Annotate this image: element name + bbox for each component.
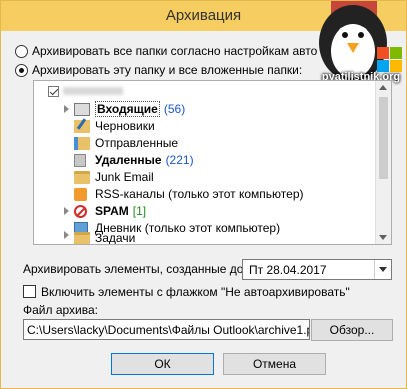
ok-button[interactable]: ОК [111,353,214,375]
include-flagged-checkbox[interactable] [23,285,36,298]
tree-item-drafts[interactable]: Черновики [74,118,155,134]
tasks-icon [74,231,90,244]
include-flagged-label: Включить элементы с флажком "Не автоархи… [41,285,350,299]
folder-icon [74,170,90,184]
tree-item-deleted[interactable]: Удаленные (221) [74,152,194,168]
mailbox-label-blurred [63,87,123,95]
tree-item-junk[interactable]: Junk Email [74,169,154,185]
expand-arrow-icon[interactable] [64,207,69,215]
tree-item-label: Отправленные [95,136,179,150]
radio-all-folders-label: Архивировать все папки согласно настройк… [32,44,318,58]
archive-file-input[interactable]: C:\Users\lacky\Documents\Файлы Outlook\a… [23,319,310,340]
tree-item-spam[interactable]: SPAM [1] [74,203,146,219]
archive-date-value: Пт 28.04.2017 [249,263,327,277]
tree-item-label: Черновики [95,119,155,133]
radio-button[interactable] [15,44,28,58]
archive-file-path: C:\Users\lacky\Documents\Файлы Outlook\a… [27,323,310,337]
tree-item-rss[interactable]: RSS-каналы (только этот компьютер) [74,186,304,202]
tree-item-mailbox[interactable] [48,83,123,99]
spam-icon [74,204,87,218]
scroll-up-icon[interactable] [379,85,387,90]
tree-item-tasks[interactable]: Задачи [74,230,136,245]
expand-arrow-icon[interactable] [64,231,69,239]
cancel-button[interactable]: Отмена [223,353,326,375]
radio-this-folder[interactable]: Архивировать эту папку и все вложенные п… [15,62,302,78]
tree-item-label: Задачи [95,231,136,245]
dropdown-arrow-icon[interactable] [374,260,391,279]
archive-before-label: Архивировать элементы, созданные до: [23,262,247,276]
scroll-thumb[interactable] [379,97,388,179]
scroll-down-icon[interactable] [379,235,387,240]
tree-item-label: Junk Email [95,170,154,184]
tree-item-sent[interactable]: Отправленные [74,135,178,151]
sent-icon [74,136,90,150]
expand-arrow-icon[interactable] [64,105,69,113]
browse-button[interactable]: Обзор... [311,319,393,341]
tree-scrollbar[interactable] [375,81,391,244]
drafts-icon [74,119,90,133]
mailbox-icon [48,85,59,97]
radio-button-selected[interactable] [15,63,28,77]
unread-count: (221) [165,153,194,167]
tree-item-label: RSS-каналы (только этот компьютер) [95,187,304,201]
unread-count: [1] [132,204,147,218]
tree-item-label: SPAM [95,204,129,218]
archive-file-label: Файл архива: [23,303,98,317]
trash-icon [74,153,86,167]
rss-icon [74,187,87,201]
tree-item-label: Входящие [95,101,160,117]
folder-tree[interactable]: Входящие (56) Черновики Отправленные Уда… [33,80,392,245]
archive-dialog: Архивация ✕ pyatilistnik.org Архивироват… [0,0,407,389]
tree-item-inbox[interactable]: Входящие (56) [74,101,185,117]
radio-all-folders[interactable]: Архивировать все папки согласно настройк… [15,43,317,59]
tree-item-label: Удаленные [95,153,162,167]
radio-this-folder-label: Архивировать эту папку и все вложенные п… [32,63,303,77]
unread-count: (56) [163,102,186,116]
archive-date-picker[interactable]: Пт 28.04.2017 [242,259,392,280]
inbox-icon [74,102,90,116]
